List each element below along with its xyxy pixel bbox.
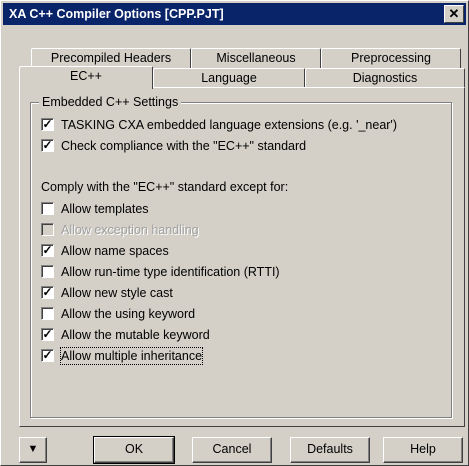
close-icon: ✕ <box>448 6 460 21</box>
group-label: Embedded C++ Settings <box>39 95 182 109</box>
option-label: Allow name spaces <box>61 244 169 258</box>
ok-button[interactable]: OK <box>93 436 175 464</box>
checkbox-allow-rtti[interactable] <box>41 265 54 278</box>
checkbox-allow-name-spaces[interactable]: ✓ <box>41 244 54 257</box>
checkbox-allow-templates[interactable] <box>41 202 54 215</box>
option-label: Allow new style cast <box>61 286 173 300</box>
option-label: Check compliance with the "EC++" standar… <box>61 139 307 153</box>
tab-diagnostics[interactable]: Diagnostics <box>305 68 465 88</box>
ecpp-tab-panel: Embedded C++ Settings ✓ TASKING CXA embe… <box>19 87 465 427</box>
tab-miscellaneous[interactable]: Miscellaneous <box>191 48 321 68</box>
option-label: Allow the mutable keyword <box>61 328 210 342</box>
option-label: Allow multiple inheritance <box>59 347 204 365</box>
checkbox-check-compliance[interactable]: ✓ <box>41 139 54 152</box>
checkbox-allow-mutable-keyword[interactable]: ✓ <box>41 328 54 341</box>
checkbox-allow-multiple-inheritance[interactable]: ✓ <box>41 349 54 362</box>
help-button[interactable]: Help <box>383 437 463 463</box>
tab-precompiled-headers[interactable]: Precompiled Headers <box>31 48 191 68</box>
close-button[interactable]: ✕ <box>444 5 464 23</box>
checkbox-allow-new-style-cast[interactable]: ✓ <box>41 286 54 299</box>
option-label: Allow the using keyword <box>61 307 196 321</box>
cancel-button[interactable]: Cancel <box>192 437 272 463</box>
checkbox-allow-exception-handling <box>41 223 54 236</box>
embedded-cpp-settings-group: Embedded C++ Settings ✓ TASKING CXA embe… <box>30 95 452 418</box>
title-bar: XA C++ Compiler Options [CPP.PJT] ✕ <box>3 3 466 25</box>
tab-preprocessing[interactable]: Preprocessing <box>321 48 461 68</box>
comply-except-text: Comply with the "EC++" standard except f… <box>41 180 289 194</box>
compiler-options-dialog: XA C++ Compiler Options [CPP.PJT] ✕ Prec… <box>0 0 469 466</box>
option-label: Allow templates <box>61 202 149 216</box>
option-label: Allow exception handling <box>61 223 199 237</box>
tab-language[interactable]: Language <box>153 68 305 88</box>
window-title: XA C++ Compiler Options [CPP.PJT] <box>9 7 224 21</box>
menu-arrow-button[interactable]: ▼ <box>19 437 47 463</box>
tab-ecpp[interactable]: EC++ <box>19 66 153 89</box>
chevron-down-icon: ▼ <box>27 443 39 455</box>
option-label: TASKING CXA embedded language extensions… <box>61 118 397 132</box>
checkbox-allow-using-keyword[interactable] <box>41 307 54 320</box>
option-label: Allow run-time type identification (RTTI… <box>61 265 280 279</box>
defaults-button[interactable]: Defaults <box>290 437 370 463</box>
checkbox-tasking-extensions[interactable]: ✓ <box>41 118 54 131</box>
